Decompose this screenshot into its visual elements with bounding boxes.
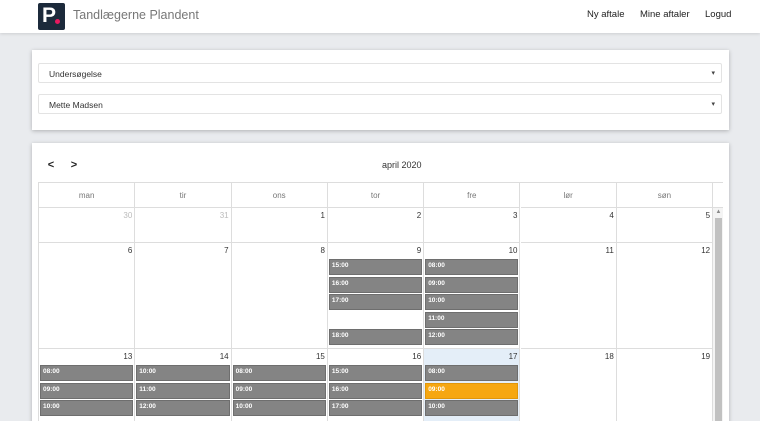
logo-letter: P	[42, 4, 57, 27]
day-cell[interactable]: 4	[520, 208, 617, 243]
calendar-card: < > april 2020 30 31 1 2 3 4 5 6 7 8 9 15:00 16:00 17…	[32, 143, 729, 421]
day-number: 1	[320, 211, 325, 220]
chevron-down-icon: ▾	[711, 101, 715, 108]
calendar-title: april 2020	[382, 160, 422, 170]
day-number: 13	[123, 352, 133, 361]
day-cell[interactable]: 17 08:00 09:00 10:00	[424, 349, 521, 421]
nav-my-appointments-link[interactable]: Mine aftaler	[640, 9, 690, 20]
day-number: 11	[605, 246, 614, 255]
time-slot[interactable]: 10:00	[40, 400, 134, 417]
weekday-header: lør	[520, 183, 617, 208]
day-cell[interactable]: 9 15:00 16:00 17:00 18:00	[327, 243, 425, 349]
day-number: 17	[508, 352, 518, 361]
time-slot[interactable]: 08:00	[40, 365, 134, 381]
nav-new-appointment-link[interactable]: Ny aftale	[587, 9, 625, 20]
time-slot[interactable]: 18:00	[328, 329, 423, 346]
time-slot[interactable]: 16:00	[328, 382, 423, 399]
day-number: 7	[224, 246, 229, 255]
nav-logout-link[interactable]: Logud	[705, 9, 731, 20]
time-slot[interactable]: 08:00	[425, 365, 519, 381]
day-cell[interactable]: 12	[616, 243, 714, 349]
day-number: 12	[701, 246, 711, 255]
day-cell[interactable]: 7	[135, 243, 232, 349]
time-slot[interactable]: 15:00	[328, 259, 423, 275]
calendar-grid: 30 31 1 2 3 4 5 6 7 8 9 15:00 16:00 17:00 18:00 10 08:00…	[38, 182, 723, 421]
top-navbar: P Tandlægerne Plandent Ny aftale Mine af…	[0, 0, 760, 33]
time-slot[interactable]: 10:00	[136, 365, 230, 381]
weekday-header: ons	[231, 183, 328, 208]
day-cell[interactable]: 13 08:00 09:00 10:00	[39, 349, 136, 421]
day-cell[interactable]: 5	[616, 208, 714, 243]
time-slot[interactable]: 11:00	[425, 311, 519, 328]
day-cell[interactable]: 11	[520, 243, 617, 349]
weekday-header: man	[39, 183, 136, 208]
time-slot[interactable]: 08:00	[232, 365, 326, 381]
time-slot[interactable]: 17:00	[328, 400, 423, 417]
time-slot[interactable]: 09:00	[232, 382, 326, 399]
day-number: 6	[127, 246, 133, 255]
day-cell[interactable]: 15 08:00 09:00 10:00	[232, 349, 328, 421]
day-cell[interactable]: 10 08:00 09:00 10:00 11:00 12:00	[424, 243, 521, 349]
prev-month-button[interactable]: <	[41, 157, 61, 174]
day-cell[interactable]: 14 10:00 11:00 12:00	[135, 349, 232, 421]
time-slot[interactable]: 17:00	[328, 294, 423, 311]
time-slot[interactable]: 09:00	[425, 276, 519, 293]
day-number: 30	[123, 211, 133, 220]
scroll-thumb[interactable]	[715, 218, 722, 421]
day-cell[interactable]: 19	[617, 349, 714, 421]
day-number: 14	[219, 352, 229, 361]
day-cell[interactable]: 16 15:00 16:00 17:00	[328, 349, 425, 421]
day-number: 10	[508, 246, 518, 255]
day-number: 16	[412, 352, 422, 361]
day-number: 4	[609, 211, 614, 220]
time-slot[interactable]: 11:00	[136, 382, 230, 399]
day-number: 5	[705, 211, 711, 220]
chevron-down-icon: ▾	[711, 70, 715, 77]
service-select[interactable]: Undersøgelse ▾	[38, 63, 722, 83]
selected-time-slot[interactable]: 09:00	[425, 382, 519, 399]
time-slot[interactable]: 12:00	[136, 400, 230, 417]
day-cell[interactable]: 8	[231, 243, 328, 349]
time-slot[interactable]: 15:00	[328, 365, 423, 381]
service-select-value: Undersøgelse	[49, 69, 102, 79]
time-slot[interactable]: 16:00	[328, 276, 423, 293]
time-slot[interactable]: 10:00	[425, 294, 519, 311]
day-cell[interactable]: 30	[39, 208, 136, 243]
day-cell[interactable]: 18	[521, 349, 617, 421]
day-number: 8	[320, 246, 325, 255]
day-number: 9	[416, 246, 422, 255]
logo-dot	[55, 19, 60, 24]
grid-corner	[713, 183, 723, 208]
time-slot[interactable]: 08:00	[425, 259, 519, 275]
day-cell[interactable]: 2	[327, 208, 425, 243]
weekday-header: tor	[327, 183, 425, 208]
time-slot[interactable]: 12:00	[425, 329, 519, 346]
filter-card: Undersøgelse ▾ Mette Madsen ▾	[32, 50, 729, 130]
day-cell[interactable]: 1	[231, 208, 328, 243]
day-number: 15	[315, 352, 325, 361]
time-slot[interactable]: 10:00	[232, 400, 326, 417]
day-number: 3	[513, 211, 518, 220]
day-number: 19	[701, 352, 711, 361]
brand-name: Tandlægerne Plandent	[73, 8, 199, 22]
weekday-header: tir	[135, 183, 232, 208]
weekday-header: fre	[424, 183, 521, 208]
day-cell[interactable]: 6	[39, 243, 136, 349]
weekday-header: søn	[616, 183, 714, 208]
dentist-select[interactable]: Mette Madsen ▾	[38, 94, 722, 114]
day-number: 31	[219, 211, 229, 220]
day-cell[interactable]: 31	[135, 208, 232, 243]
day-cell[interactable]: 3	[424, 208, 521, 243]
next-month-button[interactable]: >	[64, 157, 84, 174]
scroll-up-icon[interactable]: ▲	[713, 208, 723, 217]
plandent-logo[interactable]: P	[38, 3, 65, 30]
time-slot[interactable]: 10:00	[425, 400, 519, 417]
time-slot[interactable]: 09:00	[40, 382, 134, 399]
day-number: 18	[604, 352, 614, 361]
dentist-select-value: Mette Madsen	[49, 100, 103, 110]
day-number: 2	[416, 211, 422, 220]
calendar-scrollbar[interactable]: ▲	[713, 208, 723, 421]
